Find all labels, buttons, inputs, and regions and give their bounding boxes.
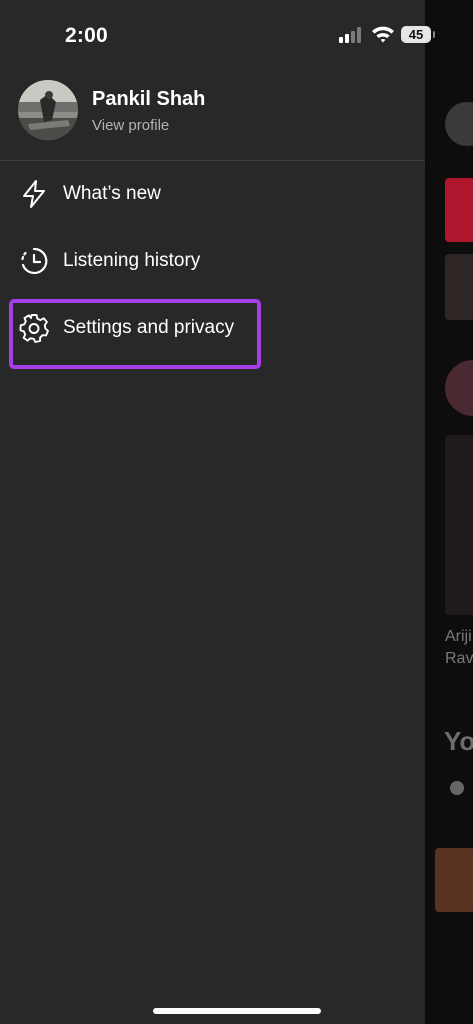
background-home-screen[interactable]: Ariji Ravi Yo	[425, 0, 473, 1024]
background-text-1: Ariji	[445, 628, 472, 645]
background-card	[445, 435, 473, 615]
menu-item-label: What’s new	[63, 183, 161, 204]
menu-item-whats-new[interactable]: What’s new	[18, 173, 408, 213]
background-tile-orange	[435, 848, 473, 912]
home-indicator[interactable]	[153, 1008, 321, 1014]
background-avatar	[445, 102, 473, 146]
cellular-signal-icon	[339, 27, 365, 43]
view-profile-link[interactable]: View profile	[92, 117, 169, 134]
background-tile	[445, 254, 473, 320]
side-drawer: 2:00 Pankil Shah View profile What’s new	[0, 0, 425, 1024]
profile-name: Pankil Shah	[92, 88, 206, 110]
battery-indicator: 45	[401, 26, 435, 43]
spotify-icon	[450, 781, 464, 795]
menu-item-listening-history[interactable]: Listening history	[18, 240, 408, 280]
avatar[interactable]	[18, 80, 78, 140]
history-clock-icon	[18, 245, 50, 277]
menu-item-label: Listening history	[63, 250, 201, 271]
status-time: 2:00	[65, 24, 108, 47]
wifi-icon	[371, 25, 395, 48]
profile-row[interactable]: Pankil Shah View profile	[18, 80, 408, 140]
background-tile-red	[445, 178, 473, 242]
divider	[0, 160, 425, 161]
background-avatar-artist	[445, 360, 473, 416]
background-text-2: Ravi	[445, 650, 473, 667]
lightning-icon	[18, 178, 50, 210]
highlight-box	[9, 299, 261, 369]
background-heading: Yo	[444, 726, 473, 756]
